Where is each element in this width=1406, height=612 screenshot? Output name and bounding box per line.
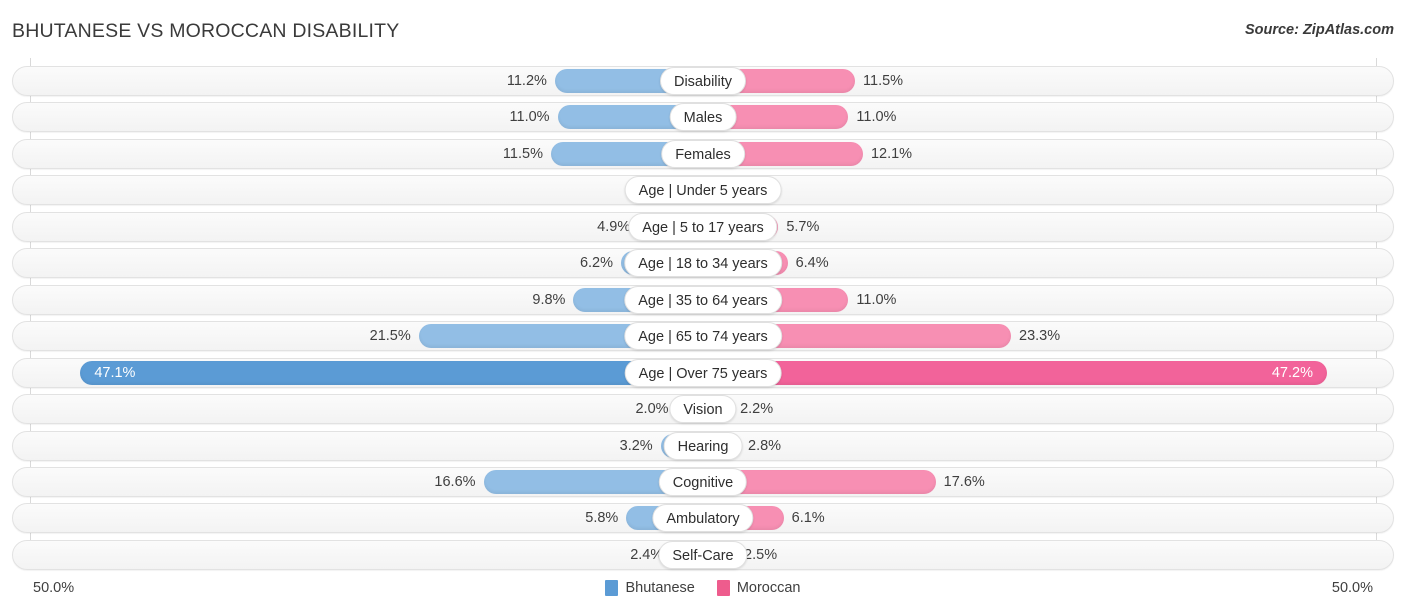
value-label-left: 16.6% (434, 473, 476, 490)
value-label-left: 11.0% (509, 109, 550, 126)
value-label-right: 11.0% (856, 109, 897, 126)
value-label-right: 6.1% (791, 510, 825, 527)
value-label-left: 11.5% (502, 145, 543, 162)
value-label-left: 2.0% (635, 401, 669, 418)
chart-header: BHUTANESE VS MOROCCAN DISABILITY Source:… (0, 0, 1406, 58)
bar-row: 2.4% 2.5% Self-Care (12, 539, 1394, 570)
category-label-pill: Self-Care (658, 540, 748, 569)
category-label-pill: Disability (659, 67, 747, 95)
value-label-right: 17.6% (943, 473, 985, 490)
value-label-right: 12.1% (870, 145, 913, 162)
value-label-left: 2.4% (630, 546, 664, 563)
bar-row: 9.8% 11.0% Age | 35 to 64 years (12, 284, 1394, 315)
category-label-pill: Cognitive (658, 467, 748, 496)
value-label-left: 21.5% (369, 328, 411, 345)
chart-legend: Bhutanese Moroccan (0, 580, 1406, 596)
bar-chart-plot-area: 11.2% 11.5% Disability 11.0% 11.0% Males 11.5%… (0, 58, 1406, 570)
category-label-pill: Ambulatory (652, 504, 754, 533)
category-label-pill: Age | 18 to 34 years (624, 249, 782, 278)
value-label-right: 23.3% (1019, 328, 1061, 345)
legend-swatch-icon (716, 580, 730, 596)
value-label-right: 11.5% (863, 73, 904, 89)
category-label-pill: Age | Over 75 years (624, 358, 782, 387)
bar-row: 11.2% 11.5% Disability (12, 66, 1394, 96)
category-label-pill: Age | 65 to 74 years (624, 322, 782, 351)
value-label-left: 11.2% (506, 73, 547, 89)
value-label-right: 11.0% (856, 291, 897, 308)
bar-row: 6.2% 6.4% Age | 18 to 34 years (12, 248, 1394, 279)
bar-row: 21.5% 23.3% Age | 65 to 74 years (12, 321, 1394, 352)
value-label-left: 9.8% (532, 291, 566, 308)
value-label-left: 6.2% (579, 255, 614, 272)
legend-item: Bhutanese (605, 580, 695, 596)
chart-footer: 50.0% 50.0% Bhutanese Moroccan (0, 570, 1406, 612)
category-label-pill: Vision (669, 395, 737, 424)
value-label-left: 3.2% (619, 437, 653, 454)
category-label-pill: Age | 35 to 64 years (624, 285, 782, 314)
value-label-right: 2.8% (748, 437, 782, 454)
value-label-right: 2.2% (740, 401, 774, 418)
value-label-left: 5.8% (585, 510, 619, 527)
bar-row: 47.1% 47.2% Age | Over 75 years (12, 357, 1394, 388)
legend-item: Moroccan (716, 580, 801, 596)
bar-row: 2.0% 2.2% Vision (12, 394, 1394, 425)
bar-row: 1.2%1.2%Age | Under 5 years (12, 175, 1394, 206)
category-label-pill: Hearing (663, 431, 743, 460)
legend-label: Bhutanese (625, 580, 695, 596)
category-label-pill: Males (669, 103, 737, 132)
value-label-left: 4.9% (597, 218, 631, 235)
value-label-right: 47.2% (1271, 364, 1313, 381)
legend-label: Moroccan (736, 580, 801, 596)
bar-row: 5.8% 6.1% Ambulatory (12, 503, 1394, 534)
value-label-right: 5.7% (786, 218, 820, 235)
bar-row: 3.2% 2.8% Hearing (12, 430, 1394, 461)
chart-page: BHUTANESE VS MOROCCAN DISABILITY Source:… (0, 0, 1406, 612)
value-label-left: 47.1% (94, 364, 136, 381)
value-label-right: 6.4% (795, 255, 829, 272)
value-label-right: 2.5% (744, 546, 778, 563)
page-title: BHUTANESE VS MOROCCAN DISABILITY (12, 20, 400, 42)
bar-row: 11.0% 11.0% Males (12, 102, 1394, 133)
category-label-pill: Age | 5 to 17 years (628, 212, 778, 241)
bar-row: 4.9% 5.7% Age | 5 to 17 years (12, 211, 1394, 242)
category-label-pill: Females (661, 139, 745, 168)
legend-swatch-icon (605, 580, 619, 596)
category-label-pill: Age | Under 5 years (624, 176, 782, 205)
bar-row: 11.5% 12.1% Females (12, 138, 1394, 169)
bar-row: 16.6% 17.6% Cognitive (12, 466, 1394, 497)
source-attribution: Source: ZipAtlas.com (1244, 22, 1394, 38)
